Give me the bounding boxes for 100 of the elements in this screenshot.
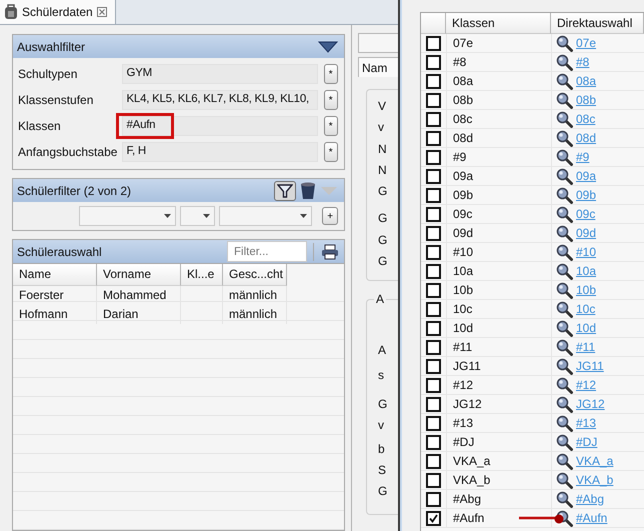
- search-icon[interactable]: [556, 92, 573, 108]
- close-icon[interactable]: [96, 7, 107, 17]
- column-header[interactable]: Name: [13, 264, 97, 286]
- trash-icon[interactable]: [300, 182, 316, 200]
- checkbox[interactable]: [426, 168, 441, 184]
- class-link[interactable]: #10: [576, 245, 596, 259]
- checkbox[interactable]: [426, 302, 441, 316]
- class-link[interactable]: 10d: [576, 321, 596, 335]
- column-header[interactable]: Direktauswahl: [551, 13, 644, 34]
- checkbox[interactable]: [426, 36, 441, 50]
- class-link[interactable]: 09d: [576, 226, 596, 240]
- search-icon[interactable]: [556, 414, 573, 432]
- collapse-icon[interactable]: [318, 40, 338, 52]
- checkbox[interactable]: [426, 454, 441, 468]
- clear-button[interactable]: *: [324, 142, 338, 162]
- input-field[interactable]: [358, 33, 398, 53]
- add-button[interactable]: +: [322, 207, 338, 225]
- class-link[interactable]: #Abg: [576, 492, 604, 506]
- class-link[interactable]: 08a: [576, 74, 596, 88]
- checkbox[interactable]: [426, 54, 441, 70]
- checkbox[interactable]: [426, 340, 441, 354]
- checkbox[interactable]: [426, 112, 441, 126]
- search-icon[interactable]: [556, 130, 573, 146]
- column-header[interactable]: Klassen: [446, 13, 551, 34]
- search-icon[interactable]: [556, 282, 573, 298]
- search-icon[interactable]: [556, 244, 573, 260]
- class-link[interactable]: 09b: [576, 188, 596, 202]
- search-icon[interactable]: [556, 434, 573, 450]
- search-icon[interactable]: [556, 206, 573, 222]
- clear-button[interactable]: *: [324, 90, 338, 110]
- class-link[interactable]: JG11: [576, 359, 604, 373]
- checkbox[interactable]: [426, 378, 441, 392]
- filter-button[interactable]: [274, 180, 296, 200]
- search-icon[interactable]: [556, 34, 573, 52]
- search-icon[interactable]: [556, 338, 573, 356]
- search-icon[interactable]: [556, 168, 573, 184]
- value-field[interactable]: KL4, KL5, KL6, KL7, KL8, KL9, KL10,: [122, 90, 318, 110]
- class-link[interactable]: 08d: [576, 131, 596, 145]
- column-header[interactable]: Gesc...cht: [223, 264, 287, 286]
- class-link[interactable]: #Aufn: [576, 511, 608, 525]
- checkbox[interactable]: [426, 74, 441, 88]
- class-link[interactable]: #DJ: [576, 435, 598, 449]
- checkbox[interactable]: [426, 282, 441, 298]
- class-link[interactable]: #12: [576, 378, 596, 392]
- checkbox[interactable]: [426, 206, 441, 222]
- search-icon[interactable]: [556, 320, 573, 336]
- class-link[interactable]: 08c: [576, 112, 596, 126]
- search-icon[interactable]: [556, 262, 573, 280]
- checkbox[interactable]: [426, 492, 441, 506]
- search-icon[interactable]: [556, 72, 573, 90]
- checkbox[interactable]: [426, 434, 441, 450]
- class-link[interactable]: 09a: [576, 169, 596, 183]
- search-icon[interactable]: [556, 396, 573, 412]
- search-icon[interactable]: [556, 490, 573, 508]
- search-icon[interactable]: [556, 300, 573, 318]
- checkbox[interactable]: [426, 358, 441, 374]
- search-icon[interactable]: [556, 148, 573, 166]
- checkbox[interactable]: [426, 130, 441, 146]
- class-link[interactable]: #13: [576, 416, 596, 430]
- search-icon[interactable]: [556, 376, 573, 394]
- clear-button[interactable]: *: [324, 64, 338, 84]
- checkbox[interactable]: [426, 226, 441, 240]
- class-link[interactable]: VKA_a: [576, 454, 614, 468]
- class-link[interactable]: 08b: [576, 93, 596, 107]
- class-link[interactable]: #11: [576, 340, 596, 354]
- checkbox[interactable]: [426, 264, 441, 278]
- checkbox[interactable]: [426, 92, 441, 108]
- checkbox[interactable]: [426, 396, 441, 412]
- clear-button[interactable]: *: [324, 116, 338, 136]
- filter-field[interactable]: Filter...: [227, 241, 307, 262]
- checkbox[interactable]: [426, 150, 441, 164]
- class-link[interactable]: 09c: [576, 207, 596, 221]
- column-header[interactable]: Vorname: [97, 264, 181, 286]
- class-link[interactable]: 10c: [576, 302, 596, 316]
- tab[interactable]: Nam: [358, 57, 398, 77]
- value-field[interactable]: F, H: [122, 142, 318, 162]
- search-icon[interactable]: [556, 358, 573, 374]
- checkbox[interactable]: [426, 416, 441, 430]
- class-link[interactable]: #8: [576, 55, 590, 69]
- checkbox[interactable]: [426, 510, 441, 526]
- checkbox[interactable]: [426, 472, 441, 488]
- checkbox[interactable]: [426, 244, 441, 260]
- value-field[interactable]: GYM: [122, 64, 318, 84]
- class-link[interactable]: JG12: [576, 397, 605, 411]
- search-icon[interactable]: [556, 224, 573, 242]
- search-icon[interactable]: [556, 472, 573, 488]
- value-field[interactable]: #Aufn: [122, 116, 318, 136]
- class-link[interactable]: 07e: [576, 36, 596, 50]
- search-icon[interactable]: [556, 186, 573, 204]
- checkbox[interactable]: [426, 320, 441, 336]
- class-link[interactable]: VKA_b: [576, 473, 614, 487]
- search-icon[interactable]: [556, 110, 573, 128]
- search-icon[interactable]: [556, 54, 573, 70]
- class-link[interactable]: 10b: [576, 283, 596, 297]
- class-link[interactable]: 10a: [576, 264, 596, 278]
- column-header[interactable]: Kl...e: [181, 264, 223, 286]
- print-icon[interactable]: [321, 244, 339, 260]
- search-icon[interactable]: [556, 452, 573, 470]
- checkbox[interactable]: [426, 188, 441, 202]
- class-link[interactable]: #9: [576, 150, 590, 164]
